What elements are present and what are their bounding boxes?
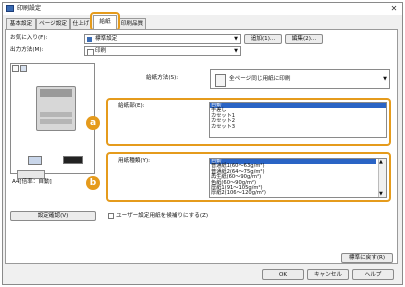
title-bar bbox=[3, 3, 402, 15]
paper-source-method-label: 給紙方法(S): bbox=[146, 75, 179, 81]
user-paper-checkbox[interactable] bbox=[108, 213, 114, 219]
ok-button[interactable]: OK bbox=[262, 269, 304, 280]
printer-app-icon bbox=[6, 5, 14, 12]
tab-finishing[interactable]: 仕上げ bbox=[70, 18, 92, 29]
printer-view-icon[interactable] bbox=[20, 65, 27, 72]
printer-icon bbox=[87, 49, 94, 55]
output-method-value: 印刷 bbox=[95, 48, 107, 54]
callout-marker-b: b bbox=[86, 176, 100, 190]
pages-icon bbox=[215, 74, 226, 87]
duplex-indicator-icon bbox=[63, 156, 83, 164]
paper-source-method-value: 全ページ同じ用紙に印刷 bbox=[229, 76, 291, 82]
paper-orientation-icon bbox=[28, 156, 42, 165]
output-method-label: 出力方法(M): bbox=[10, 47, 44, 53]
scroll-up-icon[interactable]: ▲ bbox=[379, 159, 383, 165]
list-item[interactable]: カセット3 bbox=[210, 124, 386, 130]
paper-type-list[interactable]: 自動 普通紙1(60～63g/m²) 普通紙2(64～75g/m²) 再生紙(6… bbox=[209, 158, 387, 198]
printer-tray bbox=[40, 112, 72, 117]
settings-confirm-button[interactable]: 設定確認(V) bbox=[10, 211, 96, 221]
preview-caption: A4[倍率：自動] bbox=[12, 179, 52, 185]
window-title: 印刷設定 bbox=[17, 5, 42, 12]
help-button[interactable]: ヘルプ bbox=[352, 269, 394, 280]
restore-default-button[interactable]: 標準に戻す(R) bbox=[341, 253, 393, 263]
paper-source-method-select[interactable]: 全ページ同じ用紙に印刷 ▼ bbox=[210, 69, 390, 89]
tab-print-quality[interactable]: 印刷品質 bbox=[118, 18, 146, 29]
favorites-edit-button[interactable]: 編集(2)... bbox=[285, 34, 323, 44]
paper-type-label: 用紙種類(Y): bbox=[118, 158, 151, 164]
chevron-down-icon: ▼ bbox=[383, 76, 387, 82]
printer-scanner-lid bbox=[40, 89, 72, 97]
user-paper-checkbox-label: ユーザー設定用紙を候補りにする(Z) bbox=[116, 213, 209, 219]
close-icon[interactable]: ✕ bbox=[387, 3, 401, 14]
tab-basic[interactable]: 基本設定 bbox=[6, 18, 36, 29]
scroll-down-icon[interactable]: ▼ bbox=[379, 191, 383, 197]
paper-source-list[interactable]: 自動 手差し カセット1 カセット2 カセット3 bbox=[209, 102, 387, 138]
page-view-icon[interactable] bbox=[12, 65, 19, 72]
favorites-value: 標準設定 bbox=[95, 36, 118, 42]
output-method-select[interactable]: 印刷 ▼ bbox=[84, 46, 241, 56]
cancel-button[interactable]: キャンセル bbox=[307, 269, 349, 280]
paper-source-label: 給紙部(E): bbox=[118, 103, 145, 109]
favorites-label: お気に入り(F): bbox=[10, 35, 48, 41]
callout-marker-a: a bbox=[86, 116, 100, 130]
chevron-down-icon: ▼ bbox=[234, 48, 238, 54]
favorites-select[interactable]: 標準設定 ▼ bbox=[84, 34, 241, 44]
chevron-down-icon: ▼ bbox=[234, 36, 238, 42]
favorites-add-button[interactable]: 追加(1)... bbox=[244, 34, 282, 44]
printer-tray bbox=[40, 119, 72, 124]
tab-page-setup[interactable]: ページ設定 bbox=[36, 18, 70, 29]
list-item[interactable]: 厚紙2(106～120g/m²) bbox=[210, 191, 386, 197]
favorites-icon bbox=[87, 37, 92, 42]
